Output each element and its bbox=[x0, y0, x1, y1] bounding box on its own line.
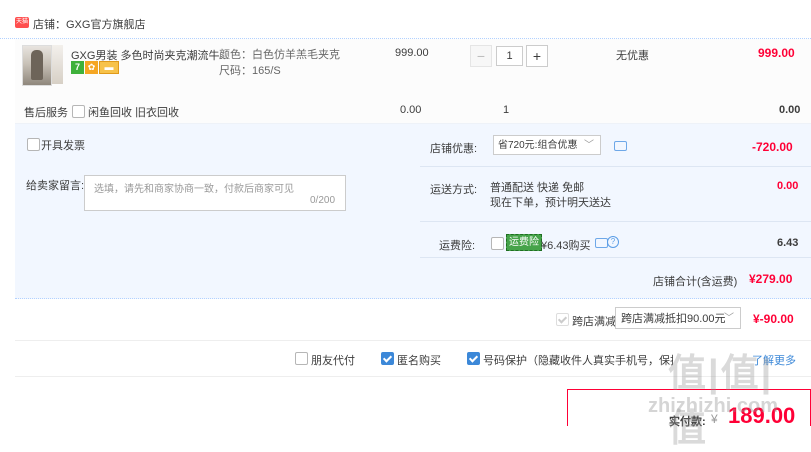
shipping-amount: 0.00 bbox=[777, 180, 799, 192]
service-quantity: 1 bbox=[503, 104, 510, 116]
recycle-option-label: 闲鱼回收 旧衣回收 bbox=[88, 107, 180, 119]
service-subtotal: 0.00 bbox=[779, 104, 801, 116]
shipping-label: 运送方式: bbox=[430, 184, 478, 196]
anonymous-checkbox[interactable] bbox=[381, 352, 394, 365]
item-subtotal: 999.00 bbox=[758, 46, 795, 60]
seven-day-return-icon[interactable]: 7 bbox=[71, 61, 84, 74]
shop-total: ¥279.00 bbox=[749, 272, 793, 286]
insurance-checkbox[interactable] bbox=[491, 237, 504, 250]
unit-price: 999.00 bbox=[395, 47, 429, 59]
after-sales-label: 售后服务 bbox=[24, 107, 68, 119]
privacy-label: 号码保护（隐藏收件人真实手机号，保护隐私） bbox=[483, 355, 673, 367]
product-badges: 7 ✿ ▬ bbox=[71, 61, 120, 74]
shipping-method: 普通配送 快递 免邮 bbox=[490, 182, 585, 194]
item-discount: 无优惠 bbox=[616, 50, 649, 62]
insurance-amount: 6.43 bbox=[777, 237, 799, 249]
cross-store-value: 跨店满减抵扣90.00元 bbox=[621, 313, 726, 325]
anonymous-label: 匿名购买 bbox=[397, 355, 441, 367]
certified-icon[interactable]: ✿ bbox=[85, 61, 98, 74]
message-placeholder: 选填，请先和商家协商一致，付款后商家可见 bbox=[94, 184, 294, 195]
sku-color: 颜色：白色仿羊羔毛夹克 bbox=[219, 49, 340, 61]
sku-size: 尺码：165/S bbox=[219, 65, 281, 77]
shop-discount-value: 省720元:组合优惠 bbox=[498, 140, 578, 151]
shipping-eta: 现在下单，预计明天送达 bbox=[490, 197, 611, 209]
divider bbox=[420, 166, 811, 167]
product-sku: 颜色：白色仿羊羔毛夹克 尺码：165/S bbox=[219, 47, 340, 79]
insurance-tag: 运费险 bbox=[506, 234, 542, 251]
cross-store-select[interactable]: 跨店满减抵扣90.00元 ﹀ bbox=[615, 307, 741, 329]
shop-discount-label: 店铺优惠: bbox=[430, 143, 478, 155]
chevron-down-icon: ﹀ bbox=[584, 140, 594, 151]
tmall-badge-icon: 天猫 bbox=[15, 17, 29, 28]
chat-bubble-icon[interactable] bbox=[614, 141, 627, 151]
shop-total-label: 店铺合计(含运费) bbox=[653, 276, 738, 288]
quantity-input[interactable]: 1 bbox=[496, 46, 523, 66]
insurance-price: ¥6.43购买 bbox=[541, 240, 591, 252]
message-label: 给卖家留言: bbox=[26, 180, 85, 192]
watermark-url: zhizhizhi.com bbox=[648, 395, 778, 417]
privacy-checkbox[interactable] bbox=[467, 352, 480, 365]
shop-discount-select[interactable]: 省720元:组合优惠 ﹀ bbox=[493, 135, 601, 155]
credit-card-icon[interactable]: ▬ bbox=[99, 61, 119, 74]
quantity-increase-button[interactable]: + bbox=[526, 45, 548, 67]
cross-store-amount: ¥-90.00 bbox=[753, 312, 794, 326]
friend-pay-checkbox[interactable] bbox=[295, 352, 308, 365]
cross-store-checkbox[interactable] bbox=[556, 313, 569, 326]
divider bbox=[420, 257, 811, 258]
divider bbox=[420, 221, 811, 222]
invoice-label: 开具发票 bbox=[41, 140, 85, 152]
insurance-label: 运费险: bbox=[439, 240, 476, 252]
divider bbox=[15, 340, 811, 341]
friend-pay-label: 朋友代付 bbox=[311, 355, 355, 367]
chevron-down-icon: ﹀ bbox=[724, 313, 734, 324]
quantity-decrease-button[interactable]: − bbox=[470, 45, 492, 67]
recycle-checkbox[interactable] bbox=[72, 105, 85, 118]
shop-name[interactable]: 店铺：GXG官方旗舰店 bbox=[33, 16, 145, 32]
message-char-count: 0/200 bbox=[310, 195, 336, 206]
chat-bubble-icon[interactable] bbox=[595, 238, 608, 248]
help-icon[interactable]: ? bbox=[607, 236, 619, 248]
invoice-checkbox[interactable] bbox=[27, 138, 40, 151]
shop-discount-amount: -720.00 bbox=[752, 140, 793, 154]
shipping-info: 普通配送 快递 免邮 现在下单，预计明天送达 bbox=[490, 181, 611, 211]
cross-store-label: 跨店满减 bbox=[572, 316, 616, 328]
product-thumbnail[interactable] bbox=[22, 45, 52, 86]
product-thumbnail-secondary bbox=[52, 45, 63, 84]
service-price: 0.00 bbox=[400, 104, 422, 116]
